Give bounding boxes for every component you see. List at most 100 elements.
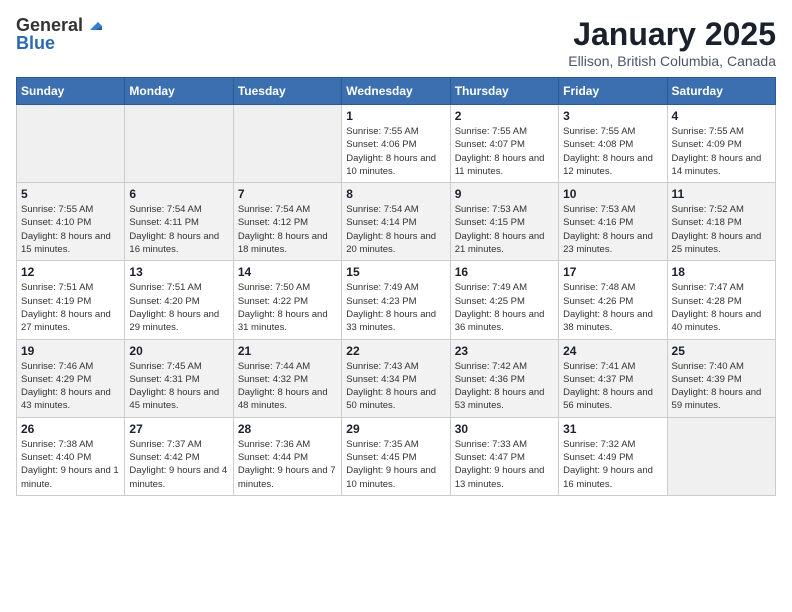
day-number: 7 (238, 187, 337, 201)
day-info: Sunrise: 7:38 AMSunset: 4:40 PMDaylight:… (21, 438, 120, 491)
calendar-week-row: 1 Sunrise: 7:55 AMSunset: 4:06 PMDayligh… (17, 105, 776, 183)
title-block: January 2025 Ellison, British Columbia, … (568, 16, 776, 69)
day-info: Sunrise: 7:40 AMSunset: 4:39 PMDaylight:… (672, 360, 771, 413)
day-info: Sunrise: 7:51 AMSunset: 4:20 PMDaylight:… (129, 281, 228, 334)
table-row: 14 Sunrise: 7:50 AMSunset: 4:22 PMDaylig… (233, 261, 341, 339)
day-number: 6 (129, 187, 228, 201)
table-row: 31 Sunrise: 7:32 AMSunset: 4:49 PMDaylig… (559, 417, 667, 495)
day-info: Sunrise: 7:53 AMSunset: 4:16 PMDaylight:… (563, 203, 662, 256)
table-row: 22 Sunrise: 7:43 AMSunset: 4:34 PMDaylig… (342, 339, 450, 417)
calendar-week-row: 12 Sunrise: 7:51 AMSunset: 4:19 PMDaylig… (17, 261, 776, 339)
day-info: Sunrise: 7:55 AMSunset: 4:10 PMDaylight:… (21, 203, 120, 256)
table-row: 5 Sunrise: 7:55 AMSunset: 4:10 PMDayligh… (17, 183, 125, 261)
header-saturday: Saturday (667, 78, 775, 105)
day-info: Sunrise: 7:32 AMSunset: 4:49 PMDaylight:… (563, 438, 662, 491)
day-number: 3 (563, 109, 662, 123)
table-row: 12 Sunrise: 7:51 AMSunset: 4:19 PMDaylig… (17, 261, 125, 339)
day-info: Sunrise: 7:55 AMSunset: 4:07 PMDaylight:… (455, 125, 554, 178)
day-info: Sunrise: 7:48 AMSunset: 4:26 PMDaylight:… (563, 281, 662, 334)
day-number: 18 (672, 265, 771, 279)
day-info: Sunrise: 7:33 AMSunset: 4:47 PMDaylight:… (455, 438, 554, 491)
day-number: 1 (346, 109, 445, 123)
page-header: General Blue January 2025 Ellison, Briti… (16, 16, 776, 69)
header-friday: Friday (559, 78, 667, 105)
day-number: 25 (672, 344, 771, 358)
day-number: 20 (129, 344, 228, 358)
day-info: Sunrise: 7:47 AMSunset: 4:28 PMDaylight:… (672, 281, 771, 334)
table-row: 6 Sunrise: 7:54 AMSunset: 4:11 PMDayligh… (125, 183, 233, 261)
day-number: 28 (238, 422, 337, 436)
day-info: Sunrise: 7:36 AMSunset: 4:44 PMDaylight:… (238, 438, 337, 491)
table-row (17, 105, 125, 183)
day-info: Sunrise: 7:54 AMSunset: 4:11 PMDaylight:… (129, 203, 228, 256)
table-row (125, 105, 233, 183)
day-number: 21 (238, 344, 337, 358)
day-number: 11 (672, 187, 771, 201)
day-number: 12 (21, 265, 120, 279)
day-number: 4 (672, 109, 771, 123)
day-info: Sunrise: 7:46 AMSunset: 4:29 PMDaylight:… (21, 360, 120, 413)
day-number: 30 (455, 422, 554, 436)
day-info: Sunrise: 7:49 AMSunset: 4:23 PMDaylight:… (346, 281, 445, 334)
day-number: 9 (455, 187, 554, 201)
day-info: Sunrise: 7:44 AMSunset: 4:32 PMDaylight:… (238, 360, 337, 413)
table-row: 17 Sunrise: 7:48 AMSunset: 4:26 PMDaylig… (559, 261, 667, 339)
table-row: 23 Sunrise: 7:42 AMSunset: 4:36 PMDaylig… (450, 339, 558, 417)
day-number: 16 (455, 265, 554, 279)
day-number: 27 (129, 422, 228, 436)
day-number: 2 (455, 109, 554, 123)
table-row: 9 Sunrise: 7:53 AMSunset: 4:15 PMDayligh… (450, 183, 558, 261)
day-number: 13 (129, 265, 228, 279)
day-number: 15 (346, 265, 445, 279)
day-number: 26 (21, 422, 120, 436)
table-row: 20 Sunrise: 7:45 AMSunset: 4:31 PMDaylig… (125, 339, 233, 417)
day-info: Sunrise: 7:45 AMSunset: 4:31 PMDaylight:… (129, 360, 228, 413)
table-row: 24 Sunrise: 7:41 AMSunset: 4:37 PMDaylig… (559, 339, 667, 417)
day-info: Sunrise: 7:42 AMSunset: 4:36 PMDaylight:… (455, 360, 554, 413)
day-info: Sunrise: 7:43 AMSunset: 4:34 PMDaylight:… (346, 360, 445, 413)
table-row: 16 Sunrise: 7:49 AMSunset: 4:25 PMDaylig… (450, 261, 558, 339)
header-monday: Monday (125, 78, 233, 105)
day-number: 8 (346, 187, 445, 201)
header-tuesday: Tuesday (233, 78, 341, 105)
day-info: Sunrise: 7:49 AMSunset: 4:25 PMDaylight:… (455, 281, 554, 334)
logo-bird-icon (84, 16, 102, 34)
logo-general: General (16, 16, 83, 34)
table-row: 1 Sunrise: 7:55 AMSunset: 4:06 PMDayligh… (342, 105, 450, 183)
day-number: 14 (238, 265, 337, 279)
day-number: 5 (21, 187, 120, 201)
table-row: 4 Sunrise: 7:55 AMSunset: 4:09 PMDayligh… (667, 105, 775, 183)
table-row (233, 105, 341, 183)
day-info: Sunrise: 7:52 AMSunset: 4:18 PMDaylight:… (672, 203, 771, 256)
table-row: 15 Sunrise: 7:49 AMSunset: 4:23 PMDaylig… (342, 261, 450, 339)
day-info: Sunrise: 7:55 AMSunset: 4:06 PMDaylight:… (346, 125, 445, 178)
table-row: 29 Sunrise: 7:35 AMSunset: 4:45 PMDaylig… (342, 417, 450, 495)
table-row: 8 Sunrise: 7:54 AMSunset: 4:14 PMDayligh… (342, 183, 450, 261)
table-row: 21 Sunrise: 7:44 AMSunset: 4:32 PMDaylig… (233, 339, 341, 417)
day-info: Sunrise: 7:55 AMSunset: 4:08 PMDaylight:… (563, 125, 662, 178)
day-info: Sunrise: 7:55 AMSunset: 4:09 PMDaylight:… (672, 125, 771, 178)
table-row: 10 Sunrise: 7:53 AMSunset: 4:16 PMDaylig… (559, 183, 667, 261)
day-info: Sunrise: 7:41 AMSunset: 4:37 PMDaylight:… (563, 360, 662, 413)
table-row: 2 Sunrise: 7:55 AMSunset: 4:07 PMDayligh… (450, 105, 558, 183)
table-row: 27 Sunrise: 7:37 AMSunset: 4:42 PMDaylig… (125, 417, 233, 495)
table-row: 3 Sunrise: 7:55 AMSunset: 4:08 PMDayligh… (559, 105, 667, 183)
day-info: Sunrise: 7:51 AMSunset: 4:19 PMDaylight:… (21, 281, 120, 334)
table-row: 11 Sunrise: 7:52 AMSunset: 4:18 PMDaylig… (667, 183, 775, 261)
table-row: 13 Sunrise: 7:51 AMSunset: 4:20 PMDaylig… (125, 261, 233, 339)
day-number: 24 (563, 344, 662, 358)
day-number: 31 (563, 422, 662, 436)
calendar-week-row: 5 Sunrise: 7:55 AMSunset: 4:10 PMDayligh… (17, 183, 776, 261)
day-number: 10 (563, 187, 662, 201)
day-number: 17 (563, 265, 662, 279)
table-row: 30 Sunrise: 7:33 AMSunset: 4:47 PMDaylig… (450, 417, 558, 495)
location-title: Ellison, British Columbia, Canada (568, 53, 776, 69)
table-row: 18 Sunrise: 7:47 AMSunset: 4:28 PMDaylig… (667, 261, 775, 339)
day-info: Sunrise: 7:53 AMSunset: 4:15 PMDaylight:… (455, 203, 554, 256)
table-row: 19 Sunrise: 7:46 AMSunset: 4:29 PMDaylig… (17, 339, 125, 417)
calendar-week-row: 19 Sunrise: 7:46 AMSunset: 4:29 PMDaylig… (17, 339, 776, 417)
calendar-table: Sunday Monday Tuesday Wednesday Thursday… (16, 77, 776, 496)
logo-blue: Blue (16, 34, 55, 52)
day-info: Sunrise: 7:35 AMSunset: 4:45 PMDaylight:… (346, 438, 445, 491)
month-title: January 2025 (568, 16, 776, 53)
